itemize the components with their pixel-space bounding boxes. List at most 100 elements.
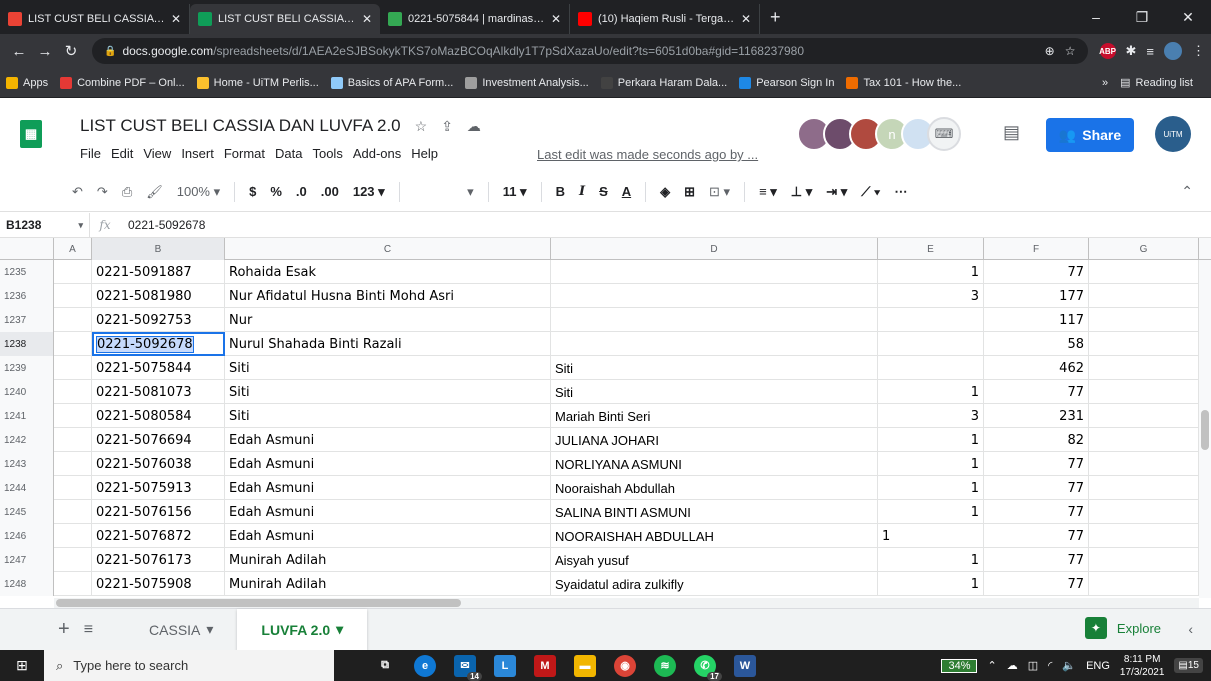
star-icon[interactable]: ☆: [415, 118, 428, 135]
paint-format-icon[interactable]: 🖌: [146, 184, 163, 200]
cell-d[interactable]: NORLIYANA ASMUNI: [551, 452, 878, 476]
cell-e[interactable]: 1: [878, 260, 984, 284]
strikethrough-button[interactable]: S: [599, 184, 608, 199]
cell-f[interactable]: 462: [984, 356, 1089, 380]
cell-c[interactable]: Munirah Adilah: [225, 572, 551, 596]
bookmark-item[interactable]: Perkara Haram Dala...: [600, 76, 727, 89]
cell-a[interactable]: [54, 308, 92, 332]
notifications-icon[interactable]: ▤15: [1174, 658, 1203, 673]
horizontal-scrollbar[interactable]: [54, 598, 1199, 608]
cell-c[interactable]: Siti: [225, 356, 551, 380]
bookmark-star-icon[interactable]: ☆: [1065, 44, 1076, 58]
cell-e[interactable]: 1: [878, 452, 984, 476]
cell-g[interactable]: [1089, 356, 1199, 380]
reading-list-button[interactable]: ▤ Reading list: [1120, 76, 1193, 90]
cell-d[interactable]: NOORAISHAH ABDULLAH: [551, 524, 878, 548]
cell-b[interactable]: 0221-5076694: [92, 428, 225, 452]
adblock-icon[interactable]: ABP: [1099, 43, 1116, 59]
bookmark-item[interactable]: Apps: [6, 76, 48, 89]
cell-f[interactable]: 77: [984, 260, 1089, 284]
decrease-decimal-button[interactable]: .0: [296, 184, 307, 199]
file-explorer-icon[interactable]: ▬: [574, 654, 596, 677]
cell-e[interactable]: [878, 332, 984, 356]
maximize-icon[interactable]: ❐: [1119, 0, 1165, 34]
cell-a[interactable]: [54, 524, 92, 548]
mail-icon[interactable]: ✉ 14: [454, 654, 482, 681]
vertical-scroll-thumb[interactable]: [1201, 410, 1209, 450]
browser-tab[interactable]: LIST CUST BELI CASSIA DAN LUV ✕: [0, 4, 190, 34]
menu-add-ons[interactable]: Add-ons: [353, 146, 401, 161]
cell-d[interactable]: [551, 308, 878, 332]
cell-b[interactable]: 0221-5092753: [92, 308, 225, 332]
windows-start-icon[interactable]: ⊞: [0, 650, 44, 681]
cell-f[interactable]: 77: [984, 524, 1089, 548]
browser-menu-icon[interactable]: ⋮: [1192, 43, 1205, 59]
column-header-c[interactable]: C: [225, 238, 551, 260]
cell-f[interactable]: 77: [984, 476, 1089, 500]
row-number[interactable]: 1244: [0, 476, 54, 500]
cell-c[interactable]: Nurul Shahada Binti Razali: [225, 332, 551, 356]
cell-g[interactable]: [1089, 500, 1199, 524]
reload-icon[interactable]: ↻: [58, 42, 84, 60]
row-number[interactable]: 1240: [0, 380, 54, 404]
spotify-icon[interactable]: ≋: [654, 654, 676, 677]
row-number[interactable]: 1235: [0, 260, 54, 284]
cell-a[interactable]: [54, 452, 92, 476]
cell-b[interactable]: 0221-5075844: [92, 356, 225, 380]
cell-g[interactable]: [1089, 572, 1199, 596]
font-select[interactable]: ▾: [414, 184, 474, 200]
close-tab-icon[interactable]: ✕: [362, 12, 372, 26]
onedrive-icon[interactable]: ☁: [1007, 659, 1018, 672]
more-bookmarks-icon[interactable]: »: [1102, 77, 1108, 89]
menu-edit[interactable]: Edit: [111, 146, 133, 161]
network-icon[interactable]: ◫: [1028, 659, 1038, 672]
back-icon[interactable]: ←: [6, 43, 32, 60]
whatsapp-icon[interactable]: ✆ 17: [694, 654, 722, 681]
cell-g[interactable]: [1089, 548, 1199, 572]
cell-g[interactable]: [1089, 332, 1199, 356]
cell-g[interactable]: [1089, 428, 1199, 452]
cell-e[interactable]: 1: [878, 428, 984, 452]
row-number[interactable]: 1238: [0, 332, 54, 356]
cell-e[interactable]: [878, 356, 984, 380]
cell-d[interactable]: JULIANA JOHARI: [551, 428, 878, 452]
merge-cells-icon[interactable]: ⊡ ▾: [709, 184, 730, 200]
learning-app-icon[interactable]: L: [494, 654, 516, 677]
cell-c[interactable]: Edah Asmuni: [225, 452, 551, 476]
cell-a[interactable]: [54, 260, 92, 284]
italic-button[interactable]: I: [579, 184, 585, 199]
browser-tab[interactable]: LIST CUST BELI CASSIA DAN LUV ✕: [190, 4, 380, 34]
menu-file[interactable]: File: [80, 146, 101, 161]
cell-f[interactable]: 82: [984, 428, 1089, 452]
cell-b[interactable]: 0221-5075913: [92, 476, 225, 500]
all-sheets-icon[interactable]: ≡: [84, 621, 93, 639]
cell-e[interactable]: 1: [878, 548, 984, 572]
cell-g[interactable]: [1089, 476, 1199, 500]
cell-e[interactable]: 1: [878, 572, 984, 596]
cell-f[interactable]: 117: [984, 308, 1089, 332]
vertical-align-icon[interactable]: ⊥ ▾: [791, 184, 812, 200]
row-number[interactable]: 1247: [0, 548, 54, 572]
undo-icon[interactable]: ↶: [72, 184, 83, 200]
vertical-scrollbar[interactable]: [1199, 260, 1211, 598]
bookmark-item[interactable]: Investment Analysis...: [465, 76, 589, 89]
close-tab-icon[interactable]: ✕: [551, 12, 561, 26]
cell-b[interactable]: 0221-5081073: [92, 380, 225, 404]
cell-g[interactable]: [1089, 452, 1199, 476]
select-all-corner[interactable]: [0, 238, 54, 260]
clock[interactable]: 8:11 PM 17/3/2021: [1120, 653, 1165, 679]
cell-a[interactable]: [54, 428, 92, 452]
battery-indicator[interactable]: 34%: [941, 658, 978, 673]
cell-c[interactable]: Munirah Adilah: [225, 548, 551, 572]
taskbar-search-input[interactable]: ⌕ Type here to search: [44, 650, 334, 681]
comment-history-icon[interactable]: ▤: [1003, 122, 1020, 143]
row-number[interactable]: 1246: [0, 524, 54, 548]
cell-c[interactable]: Edah Asmuni: [225, 428, 551, 452]
cell-f[interactable]: 231: [984, 404, 1089, 428]
extensions-puzzle-icon[interactable]: ✱: [1126, 43, 1137, 59]
cell-a[interactable]: [54, 572, 92, 596]
cell-b[interactable]: 0221-5075908: [92, 572, 225, 596]
row-number[interactable]: 1237: [0, 308, 54, 332]
print-icon[interactable]: ⎙: [122, 184, 132, 200]
formula-input[interactable]: 0221-5092678: [120, 218, 205, 232]
